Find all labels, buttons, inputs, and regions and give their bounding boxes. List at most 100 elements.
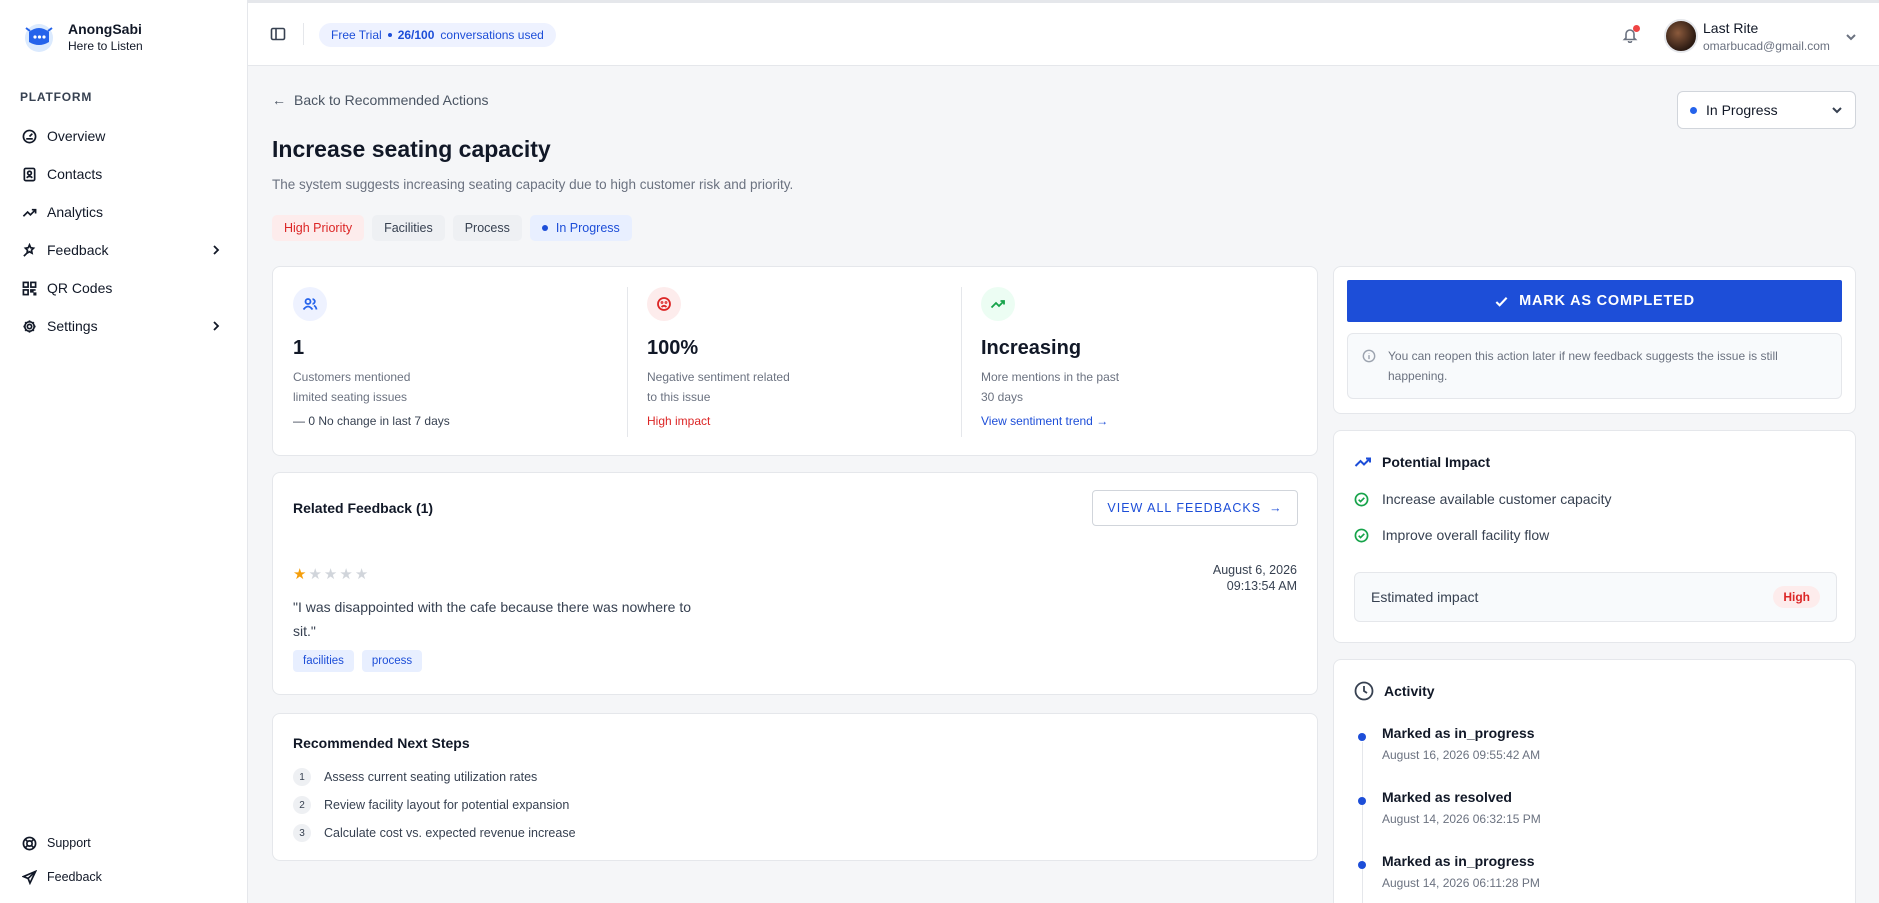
users-icon (293, 287, 327, 321)
user-name[interactable]: Last Rite (1703, 20, 1758, 36)
arrow-left-icon: ← (272, 92, 286, 108)
step-number: 2 (293, 796, 311, 814)
sidebar-item-settings[interactable]: Settings (12, 307, 232, 345)
arrow-right-icon: → (1096, 414, 1109, 428)
activity-label: Marked as in_progress (1382, 853, 1535, 869)
trend-up-icon (981, 287, 1015, 321)
list-item: Increase available customer capacity (1354, 491, 1612, 507)
feedback-tag[interactable]: process (361, 650, 423, 672)
sidebar-item-feedback[interactable]: Feedback (12, 231, 232, 269)
sidebar-item-support[interactable]: Support (12, 826, 232, 860)
stat-divider (961, 287, 962, 437)
star-rating: ★★★★★ (293, 565, 370, 583)
chevron-down-icon (1832, 107, 1842, 114)
trend-up-icon (1354, 457, 1371, 467)
page-subtitle: The system suggests increasing seating c… (272, 177, 794, 192)
activity-label: Marked as resolved (1382, 789, 1512, 805)
stat-value: 100% (647, 337, 699, 359)
feedback-text: "I was disappointed with the cafe becaus… (293, 599, 691, 639)
stat-description: More mentions in the past 30 days (981, 370, 1120, 404)
list-item: 1 Assess current seating utilization rat… (293, 768, 537, 786)
avatar[interactable] (1664, 19, 1698, 53)
sidebar-item-qr-codes[interactable]: QR Codes (12, 269, 232, 307)
timeline-dot (1358, 733, 1366, 741)
star-icon-filled: ★ (293, 566, 309, 583)
mark-as-completed-button[interactable]: MARK AS COMPLETED (1347, 280, 1842, 322)
user-email: omarbucad@gmail.com (1703, 39, 1830, 53)
list-item: Improve overall facility flow (1354, 527, 1549, 543)
page-title: Increase seating capacity (272, 136, 551, 162)
dash-icon: — (293, 414, 305, 428)
star-icon-empty: ★ (323, 566, 340, 583)
trial-badge: Free Trial 26/100 conversations used (319, 23, 556, 47)
sidebar-item-label: QR Codes (47, 280, 113, 296)
check-icon (1495, 296, 1508, 307)
brand-name: AnongSabi (68, 21, 142, 37)
step-number: 3 (293, 824, 311, 842)
stat-description: Negative sentiment related to this issue (647, 370, 790, 404)
back-link[interactable]: ← Back to Recommended Actions (272, 92, 489, 108)
sidebar-item-label: Feedback (47, 242, 109, 258)
status-chip-label: In Progress (555, 221, 620, 235)
feedback-timestamp: August 6, 2026 09:13:54 AM (1213, 562, 1297, 594)
sidebar-item-label: Settings (47, 318, 98, 334)
sidebar-toggle-icon[interactable] (270, 26, 286, 42)
section-title: Potential Impact (1354, 453, 1490, 471)
sidebar-item-label: Contacts (47, 166, 103, 182)
sidebar-item-label: Overview (47, 128, 106, 144)
gauge-icon (22, 129, 37, 143)
brand-logo (25, 24, 53, 52)
activity-label: Marked as in_progress (1382, 725, 1535, 741)
status-select[interactable]: In Progress (1677, 91, 1856, 129)
view-sentiment-trend-link[interactable]: View sentiment trend → (981, 414, 1131, 428)
impact-text: Improve overall facility flow (1382, 527, 1550, 543)
stats-card: 1 Customers mentioned limited seating is… (272, 266, 1318, 456)
status-dot (1690, 106, 1697, 114)
feedback-tag[interactable]: facilities (293, 650, 354, 672)
tag-chips: High Priority Facilities Process In Prog… (272, 215, 632, 241)
potential-impact-card: Potential Impact Increase available cust… (1333, 430, 1856, 643)
timeline-dot (1358, 861, 1366, 869)
sidebar-item-label: Feedback (47, 870, 102, 884)
star-icon-empty: ★ (308, 566, 324, 583)
chevron-right-icon (213, 321, 220, 331)
related-feedback-card: Related Feedback (1) VIEW ALL FEEDBACKS … (272, 472, 1318, 695)
sidebar: AnongSabi Here to Listen PLATFORM Overvi… (0, 0, 248, 903)
stat-divider (627, 287, 628, 437)
stat-customers: 1 Customers mentioned limited seating is… (293, 287, 450, 437)
feedback-time: 09:13:54 AM (1226, 579, 1297, 593)
button-label: VIEW ALL FEEDBACKS (1107, 501, 1262, 515)
step-number: 1 (293, 768, 311, 786)
chevron-down-icon[interactable] (1845, 31, 1857, 43)
stat-sentiment: 100% Negative sentiment related to this … (647, 287, 797, 437)
back-link-label: Back to Recommended Actions (294, 92, 489, 108)
check-circle-icon (1354, 528, 1369, 542)
trend-icon (22, 208, 37, 217)
stat-footnote: High impact (647, 414, 711, 428)
brand-tagline: Here to Listen (68, 39, 143, 53)
activity-time: August 14, 2026 06:32:15 PM (1382, 812, 1541, 826)
section-title: Activity (1354, 681, 1435, 701)
priority-chip: High Priority (272, 215, 365, 241)
activity-time: August 14, 2026 06:11:28 PM (1382, 876, 1540, 890)
activity-card: Activity Marked as in_progress August 16… (1333, 659, 1856, 903)
impact-text: Increase available customer capacity (1382, 491, 1612, 507)
activity-time: August 16, 2026 09:55:42 AM (1382, 748, 1541, 762)
feedback-date: August 6, 2026 (1212, 563, 1297, 577)
sidebar-item-contacts[interactable]: Contacts (12, 155, 232, 193)
category-chip: Process (452, 215, 522, 241)
support-icon (22, 836, 37, 850)
contact-icon (23, 167, 36, 181)
sidebar-item-overview[interactable]: Overview (12, 117, 232, 155)
link-label: View sentiment trend (981, 414, 1093, 428)
stat-footnote-text: 0 No change in last 7 days (308, 414, 450, 428)
button-label: MARK AS COMPLETED (1519, 293, 1695, 309)
notification-dot (1633, 25, 1640, 32)
star-icon-empty: ★ (354, 566, 371, 583)
sidebar-bottom-nav: Support Feedback (12, 826, 232, 894)
sidebar-item-analytics[interactable]: Analytics (12, 193, 232, 231)
view-all-feedbacks-button[interactable]: VIEW ALL FEEDBACKS → (1092, 490, 1298, 526)
sidebar-item-send-feedback[interactable]: Feedback (12, 860, 232, 894)
nav-section-label: PLATFORM (20, 90, 93, 104)
brand[interactable]: AnongSabi Here to Listen (20, 18, 143, 56)
